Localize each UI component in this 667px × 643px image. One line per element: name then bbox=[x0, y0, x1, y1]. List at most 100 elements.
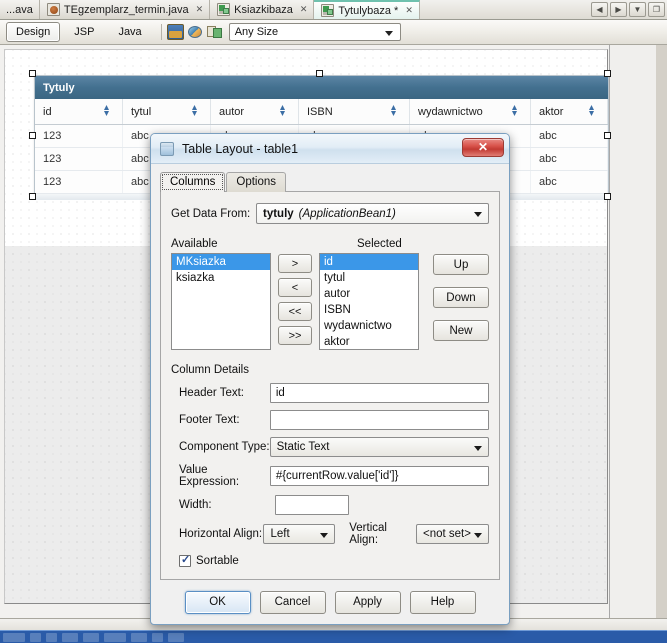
close-icon[interactable]: ✕ bbox=[405, 5, 413, 16]
horizontal-align-value: Left bbox=[270, 528, 290, 540]
selection-handle-bottom-right[interactable] bbox=[604, 193, 611, 200]
sort-arrows-icon[interactable] bbox=[388, 104, 399, 117]
view-button-jsp[interactable]: JSP bbox=[64, 22, 104, 42]
column-header-wydawnictwo[interactable]: wydawnictwo bbox=[410, 99, 531, 124]
vertical-align-combobox[interactable]: <not set> bbox=[416, 524, 490, 544]
column-header-autor[interactable]: autor bbox=[211, 99, 299, 124]
column-header-aktor[interactable]: aktor bbox=[531, 99, 608, 124]
value-expression-label: Value Expression: bbox=[179, 464, 240, 488]
canvas-right-gutter bbox=[609, 45, 656, 618]
selection-handle-middle-left[interactable] bbox=[29, 132, 36, 139]
lists-header: Available Selected bbox=[171, 238, 489, 250]
data-table-title: Tytuly bbox=[35, 76, 608, 99]
column-header-id[interactable]: id bbox=[35, 99, 123, 124]
help-button[interactable]: Help bbox=[409, 590, 476, 614]
available-listbox[interactable]: MKsiazka ksiazka bbox=[171, 253, 271, 350]
close-icon[interactable]: ✕ bbox=[196, 4, 204, 15]
component-type-combobox[interactable]: Static Text bbox=[269, 437, 489, 457]
move-left-button[interactable]: < bbox=[278, 278, 312, 297]
add-component-icon[interactable] bbox=[206, 24, 224, 40]
taskbar-item[interactable] bbox=[104, 632, 126, 642]
list-item[interactable]: wydawnictwo bbox=[320, 318, 418, 334]
footer-text-input[interactable] bbox=[269, 410, 489, 430]
scroll-right-icon[interactable]: ▶ bbox=[610, 2, 627, 17]
size-selector-value: Any Size bbox=[234, 26, 279, 38]
column-header-label: autor bbox=[219, 105, 245, 118]
taskbar-item[interactable] bbox=[62, 632, 78, 642]
column-header-tytul[interactable]: tytul bbox=[123, 99, 211, 124]
ok-button[interactable]: OK bbox=[184, 590, 251, 614]
os-taskbar[interactable] bbox=[0, 630, 667, 643]
taskbar-item[interactable] bbox=[131, 632, 147, 642]
refresh-icon[interactable] bbox=[187, 24, 204, 40]
order-buttons: Up Down New bbox=[433, 253, 489, 341]
table-cell: 123 bbox=[35, 171, 123, 193]
taskbar-item[interactable] bbox=[83, 632, 99, 642]
columns-tab-panel: Get Data From: tytuly (ApplicationBean1)… bbox=[160, 191, 500, 580]
taskbar-item[interactable] bbox=[30, 632, 41, 642]
size-selector[interactable]: Any Size bbox=[228, 23, 401, 41]
taskbar-item[interactable] bbox=[152, 632, 163, 642]
list-item[interactable]: aktor bbox=[320, 334, 418, 349]
view-button-design[interactable]: Design bbox=[6, 22, 61, 42]
editor-tab-label: Ksiazkibaza bbox=[234, 3, 293, 16]
close-button[interactable]: ✕ bbox=[462, 138, 504, 157]
new-column-button[interactable]: New bbox=[433, 320, 489, 341]
sortable-checkbox[interactable] bbox=[179, 553, 191, 567]
scroll-left-icon[interactable]: ◀ bbox=[591, 2, 608, 17]
sort-arrows-icon[interactable] bbox=[277, 104, 288, 117]
selected-listbox[interactable]: id tytul autor ISBN wydawnictwo aktor bbox=[319, 253, 419, 350]
editor-tab-2[interactable]: Ksiazkibaza ✕ bbox=[210, 0, 315, 19]
horizontal-align-combobox[interactable]: Left bbox=[263, 524, 336, 544]
column-header-isbn[interactable]: ISBN bbox=[299, 99, 410, 124]
list-item[interactable]: ksiazka bbox=[172, 270, 270, 286]
move-right-button[interactable]: > bbox=[278, 254, 312, 273]
sort-arrows-icon[interactable] bbox=[509, 104, 520, 117]
apply-button[interactable]: Apply bbox=[334, 590, 401, 614]
sortable-row[interactable]: Sortable bbox=[171, 553, 489, 567]
selection-handle-bottom-left[interactable] bbox=[29, 193, 36, 200]
table-cell: abc bbox=[531, 125, 608, 147]
get-data-from-combobox[interactable]: tytuly (ApplicationBean1) bbox=[256, 203, 489, 224]
component-type-value: Static Text bbox=[276, 441, 330, 453]
tab-list-dropdown-icon[interactable]: ▼ bbox=[629, 2, 646, 17]
tab-navigation: ◀ ▶ ▼ ❐ bbox=[591, 2, 665, 17]
selection-handle-top-right[interactable] bbox=[604, 70, 611, 77]
dialog-title-bar[interactable]: Table Layout - table1 ✕ bbox=[151, 134, 509, 164]
move-up-button[interactable]: Up bbox=[433, 254, 489, 275]
tab-options[interactable]: Options bbox=[226, 172, 287, 192]
list-item[interactable]: ISBN bbox=[320, 302, 418, 318]
selection-handle-top-center[interactable] bbox=[316, 70, 323, 77]
editor-tab-0[interactable]: ...ava bbox=[0, 0, 40, 19]
list-item[interactable]: tytul bbox=[320, 270, 418, 286]
list-item[interactable]: id bbox=[320, 254, 418, 270]
column-header-label: aktor bbox=[539, 105, 564, 118]
view-button-java[interactable]: Java bbox=[108, 22, 151, 42]
tab-columns[interactable]: Columns bbox=[160, 172, 226, 192]
close-icon[interactable]: ✕ bbox=[300, 4, 308, 15]
move-all-left-button[interactable]: << bbox=[278, 302, 312, 321]
header-text-input[interactable]: id bbox=[269, 383, 489, 403]
cube-icon bbox=[159, 141, 175, 157]
selection-handle-middle-right[interactable] bbox=[604, 132, 611, 139]
sortable-label: Sortable bbox=[196, 555, 239, 567]
selection-handle-top-left[interactable] bbox=[29, 70, 36, 77]
sort-arrows-icon[interactable] bbox=[586, 104, 597, 117]
move-down-button[interactable]: Down bbox=[433, 287, 489, 308]
list-item[interactable]: autor bbox=[320, 286, 418, 302]
list-item[interactable]: MKsiazka bbox=[172, 254, 270, 270]
taskbar-item[interactable] bbox=[3, 632, 25, 642]
taskbar-item[interactable] bbox=[168, 632, 184, 642]
width-input[interactable] bbox=[275, 495, 349, 515]
maximize-icon[interactable]: ❐ bbox=[648, 2, 665, 17]
sort-arrows-icon[interactable] bbox=[101, 104, 112, 117]
editor-tab-3[interactable]: Tytulybaza * ✕ bbox=[314, 0, 420, 19]
move-all-right-button[interactable]: >> bbox=[278, 326, 312, 345]
cancel-button[interactable]: Cancel bbox=[259, 590, 326, 614]
editor-tab-1[interactable]: TEgzemplarz_termin.java ✕ bbox=[39, 0, 211, 19]
taskbar-item[interactable] bbox=[46, 632, 57, 642]
value-expression-input[interactable]: #{currentRow.value['id']} bbox=[269, 466, 489, 486]
sort-arrows-icon[interactable] bbox=[189, 104, 200, 117]
vertical-align-value: <not set> bbox=[423, 528, 471, 540]
preview-in-browser-icon[interactable] bbox=[166, 24, 184, 40]
